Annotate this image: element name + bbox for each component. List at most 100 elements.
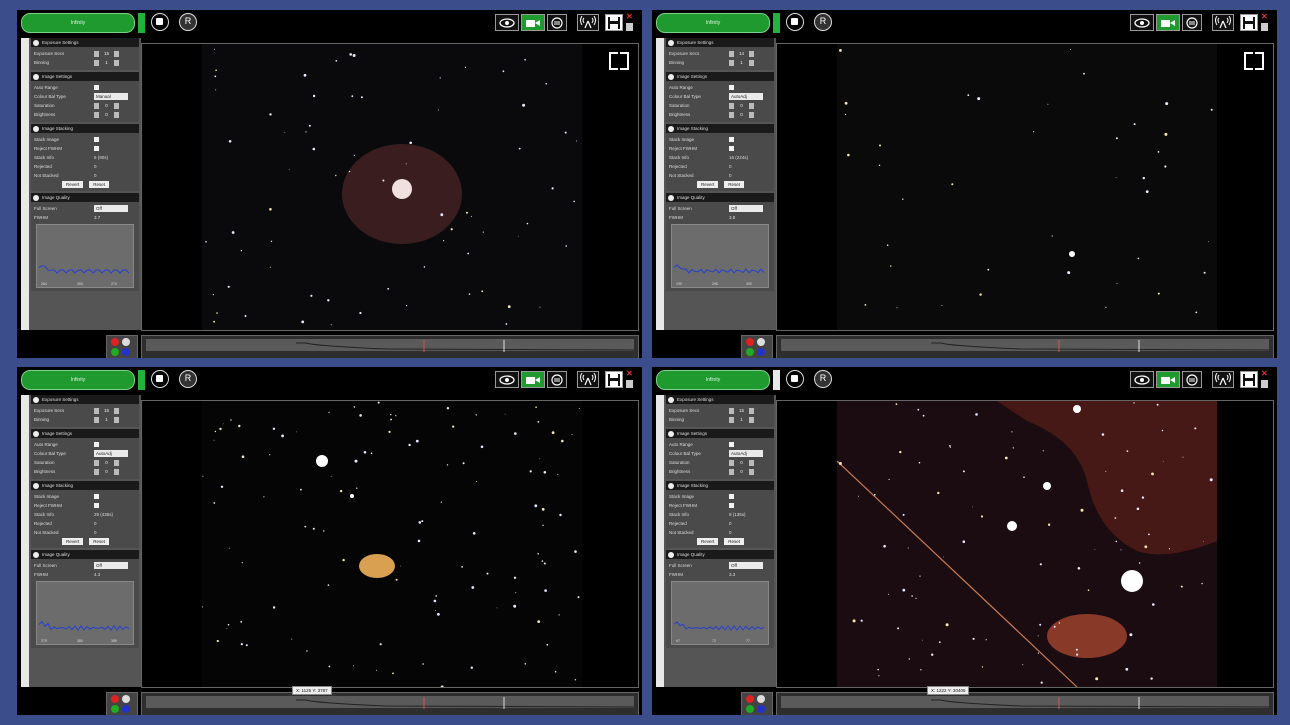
reset-button[interactable]: Reset (724, 181, 745, 188)
eye-button[interactable] (495, 371, 519, 388)
brightness-value[interactable]: 0 (99, 469, 114, 474)
r-button[interactable]: R (179, 13, 197, 31)
save-button[interactable] (1240, 14, 1258, 31)
section-header[interactable]: Exposure Settings (666, 395, 774, 404)
binning-value[interactable]: 1 (99, 417, 114, 422)
trash-icon[interactable] (626, 380, 633, 388)
eye-button[interactable] (1130, 371, 1154, 388)
reset-button[interactable]: Reset (89, 181, 110, 188)
sidebar-scrollbar[interactable] (21, 395, 29, 687)
full-screen-select[interactable]: Off (729, 562, 763, 569)
auto-range-checkbox[interactable] (94, 85, 99, 90)
auto-range-checkbox[interactable] (94, 442, 99, 447)
brightness-stepper[interactable]: 0 (94, 111, 119, 118)
color-channel-button[interactable] (741, 335, 773, 358)
color-channel-button[interactable] (106, 335, 138, 358)
histogram[interactable] (141, 335, 639, 358)
infinity-button[interactable]: Infinity (21, 370, 135, 390)
reject-fwhm-checkbox[interactable] (729, 146, 734, 151)
exposure-stepper[interactable]: 15 (94, 50, 119, 57)
close-icon[interactable]: ✕ (1261, 370, 1271, 378)
switch-button[interactable] (1182, 371, 1202, 388)
binning-value[interactable]: 1 (734, 417, 749, 422)
reset-button[interactable]: Reset (724, 538, 745, 545)
save-button[interactable] (605, 14, 623, 31)
saturation-value[interactable]: 0 (99, 460, 114, 465)
binning-stepper[interactable]: 1 (94, 59, 119, 66)
image-viewer[interactable] (776, 400, 1274, 688)
binning-stepper[interactable]: 1 (729, 59, 754, 66)
binning-stepper[interactable]: 1 (729, 416, 754, 423)
histogram[interactable] (776, 335, 1274, 358)
plus-icon[interactable] (114, 50, 119, 57)
colour-bal-select[interactable]: AutoAdj (729, 93, 763, 100)
section-header[interactable]: Image Stacking (666, 481, 774, 490)
full-screen-select[interactable]: Off (729, 205, 763, 212)
exposure-stepper[interactable]: 15 (94, 407, 119, 414)
saturation-stepper[interactable]: 0 (94, 102, 119, 109)
saturation-stepper[interactable]: 0 (94, 459, 119, 466)
brightness-value[interactable]: 0 (99, 112, 114, 117)
section-header[interactable]: Exposure Settings (31, 395, 139, 404)
full-screen-select[interactable]: Off (94, 205, 128, 212)
section-header[interactable]: Image Settings (666, 429, 774, 438)
plus-icon[interactable] (749, 468, 754, 475)
section-header[interactable]: Image Settings (31, 429, 139, 438)
plus-icon[interactable] (114, 416, 119, 423)
stack-image-checkbox[interactable] (729, 494, 734, 499)
section-header[interactable]: Image Stacking (666, 124, 774, 133)
switch-button[interactable] (547, 371, 567, 388)
section-header[interactable]: Image Stacking (31, 481, 139, 490)
plus-icon[interactable] (749, 111, 754, 118)
exposure-value[interactable]: 15 (99, 408, 114, 413)
expand-icon[interactable] (1244, 52, 1264, 70)
sidebar-scrollbar[interactable] (656, 395, 664, 687)
sidebar-scrollbar[interactable] (656, 38, 664, 330)
full-screen-select[interactable]: Off (94, 562, 128, 569)
image-viewer[interactable] (776, 43, 1274, 331)
switch-button[interactable] (1182, 14, 1202, 31)
infinity-button[interactable]: Infinity (656, 13, 770, 33)
infinity-button[interactable]: Infinity (656, 370, 770, 390)
stack-image-checkbox[interactable] (729, 137, 734, 142)
reject-fwhm-checkbox[interactable] (729, 503, 734, 508)
revert-button[interactable]: Revert (696, 538, 719, 545)
plus-icon[interactable] (749, 59, 754, 66)
color-channel-button[interactable] (741, 692, 773, 715)
close-icon[interactable]: ✕ (626, 370, 636, 378)
plus-icon[interactable] (114, 59, 119, 66)
broadcast-button[interactable] (577, 14, 599, 31)
brightness-stepper[interactable]: 0 (729, 468, 754, 475)
stack-image-checkbox[interactable] (94, 137, 99, 142)
video-camera-button[interactable] (521, 371, 545, 388)
plus-icon[interactable] (749, 416, 754, 423)
plus-icon[interactable] (114, 111, 119, 118)
plus-icon[interactable] (114, 459, 119, 466)
broadcast-button[interactable] (1212, 14, 1234, 31)
saturation-value[interactable]: 0 (99, 103, 114, 108)
binning-value[interactable]: 1 (734, 60, 749, 65)
auto-range-checkbox[interactable] (729, 85, 734, 90)
exposure-value[interactable]: 15 (99, 51, 114, 56)
section-header[interactable]: Image Quality (666, 193, 774, 202)
broadcast-button[interactable] (1212, 371, 1234, 388)
section-header[interactable]: Image Settings (666, 72, 774, 81)
section-header[interactable]: Image Settings (31, 72, 139, 81)
expand-icon[interactable] (609, 52, 629, 70)
eye-button[interactable] (495, 14, 519, 31)
r-button[interactable]: R (814, 13, 832, 31)
plus-icon[interactable] (114, 102, 119, 109)
histogram-bar[interactable] (781, 696, 1270, 709)
exposure-value[interactable]: 14 (734, 51, 749, 56)
histogram-bar[interactable] (781, 339, 1270, 352)
stack-image-checkbox[interactable] (94, 494, 99, 499)
image-viewer[interactable] (141, 400, 639, 688)
plus-icon[interactable] (114, 407, 119, 414)
revert-button[interactable]: Revert (696, 181, 719, 188)
plus-icon[interactable] (749, 407, 754, 414)
section-header[interactable]: Exposure Settings (31, 38, 139, 47)
section-header[interactable]: Image Quality (31, 193, 139, 202)
saturation-value[interactable]: 0 (734, 460, 749, 465)
auto-range-checkbox[interactable] (729, 442, 734, 447)
r-button[interactable]: R (814, 370, 832, 388)
